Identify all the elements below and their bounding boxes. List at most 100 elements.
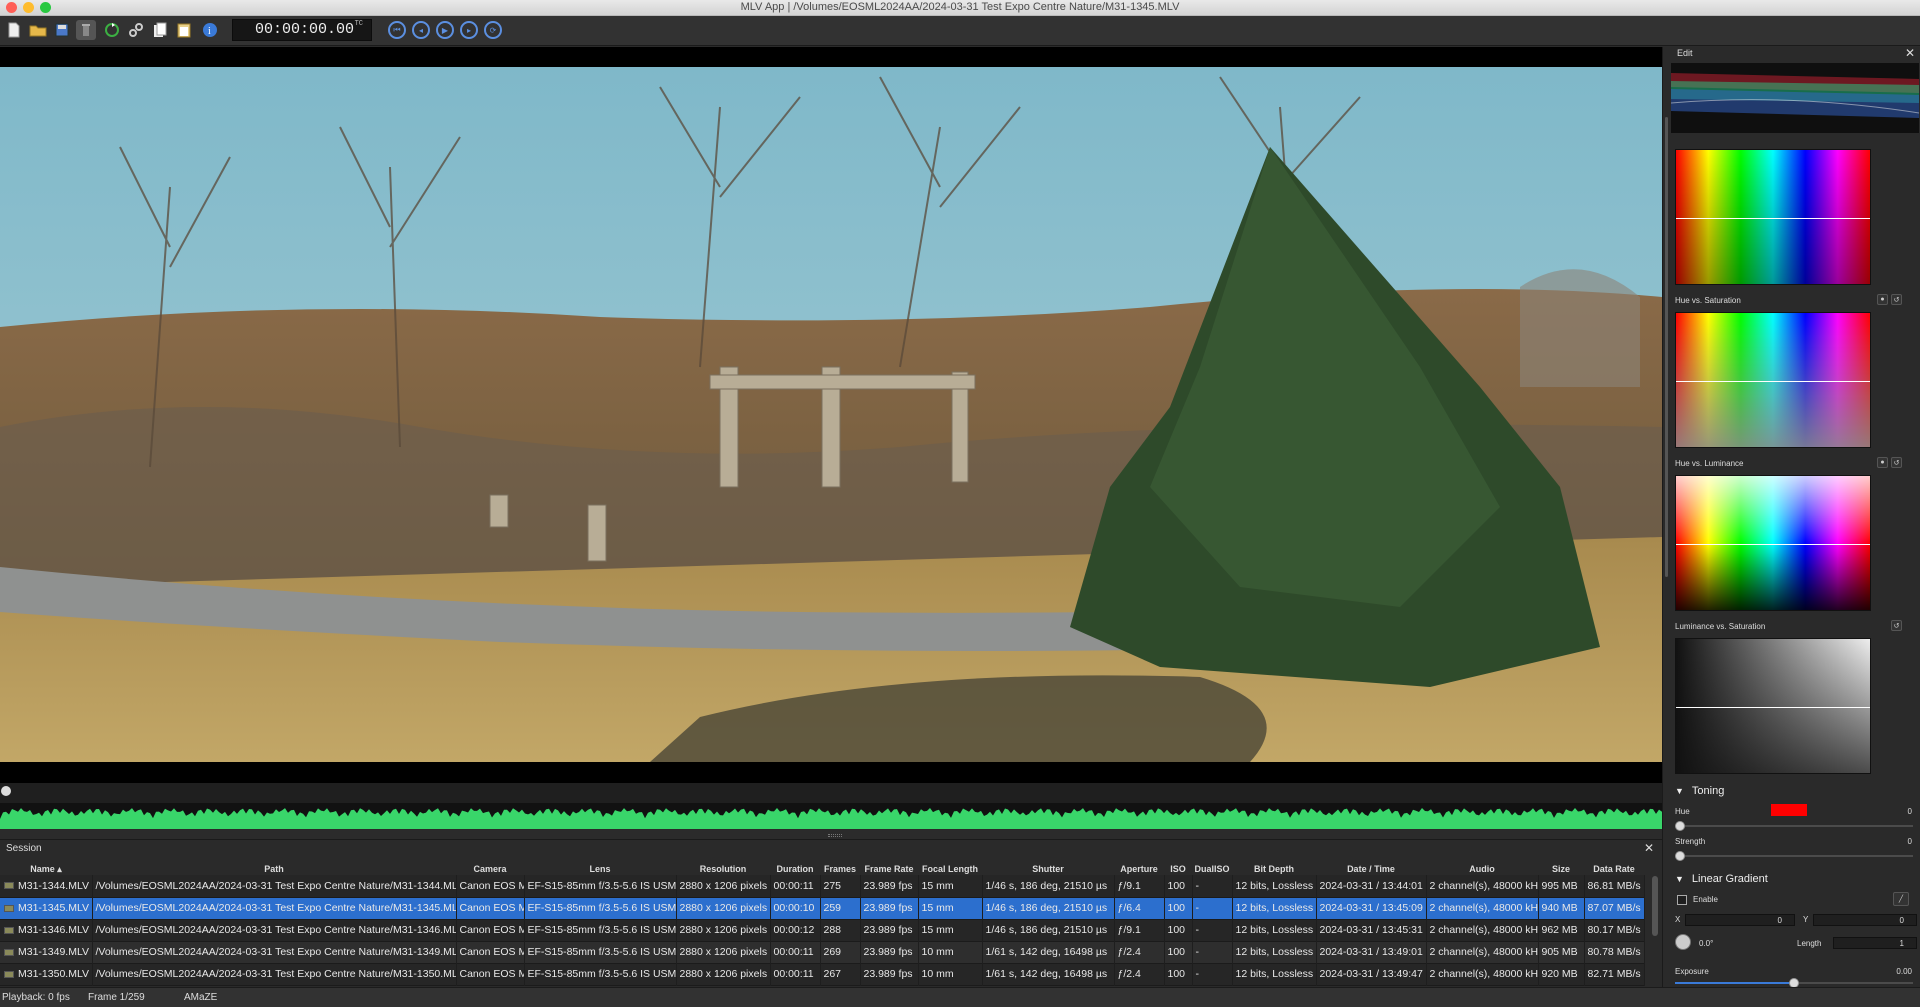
hue-vs-saturation-title: Hue vs. Saturation	[1675, 296, 1741, 305]
curve-reset-icon[interactable]: ↺	[1891, 294, 1902, 305]
toning-hue-slider[interactable]	[1675, 825, 1913, 827]
table-row[interactable]: M31-1349.MLV/Volumes/EOSML2024AA/2024-03…	[0, 941, 1645, 963]
play-icon[interactable]: ▶	[436, 21, 454, 39]
toning-hue-label: Hue	[1675, 807, 1690, 816]
gradient-pick-icon[interactable]: ╱	[1893, 892, 1909, 906]
toning-strength-slider-handle[interactable]	[1675, 851, 1685, 861]
column-header[interactable]: Name ▴	[0, 863, 92, 875]
column-header[interactable]: Camera	[456, 863, 524, 875]
column-header[interactable]: Aperture	[1114, 863, 1164, 875]
table-cell: 10 mm	[918, 963, 983, 985]
column-header[interactable]: Audio	[1426, 863, 1538, 875]
new-session-icon[interactable]	[4, 20, 24, 40]
clip-name: M31-1350.MLV	[18, 968, 90, 980]
linear-gradient-enable-checkbox[interactable]	[1677, 895, 1687, 905]
luminance-vs-saturation-curve[interactable]	[1675, 638, 1871, 774]
table-cell: -	[1192, 875, 1233, 897]
toning-strength-slider[interactable]	[1675, 855, 1913, 857]
table-cell: 2 channel(s), 48000 kHz	[1426, 875, 1539, 897]
edit-scrollbar[interactable]	[1665, 117, 1668, 577]
column-header[interactable]: Size	[1538, 863, 1584, 875]
column-header[interactable]: Lens	[524, 863, 676, 875]
table-cell: 23.989 fps	[860, 963, 919, 985]
column-header[interactable]: Path	[92, 863, 456, 875]
step-back-icon[interactable]: ◂	[412, 21, 430, 39]
column-header[interactable]: Data Rate	[1584, 863, 1644, 875]
column-header[interactable]: Date / Time	[1316, 863, 1426, 875]
toning-hue-value: 0	[1907, 807, 1912, 816]
clip-name: M31-1344.MLV	[18, 879, 90, 892]
table-cell: 995 MB	[1538, 875, 1585, 897]
gradient-length-spinbox[interactable]: 1	[1833, 937, 1917, 949]
column-header[interactable]: Frames	[820, 863, 860, 875]
table-cell: 100	[1164, 919, 1193, 941]
video-viewer[interactable]	[0, 47, 1662, 783]
gradient-x-spinbox[interactable]: 0	[1685, 914, 1795, 926]
exposure-slider-handle[interactable]	[1789, 978, 1799, 987]
column-header[interactable]: DualISO	[1192, 863, 1232, 875]
table-cell: 2024-03-31 / 13:45:31	[1316, 919, 1427, 941]
table-cell: 2 channel(s), 48000 kHz	[1426, 919, 1539, 941]
linear-gradient-title: Linear Gradient	[1691, 873, 1768, 885]
loop-icon[interactable]: ⟳	[484, 21, 502, 39]
column-header[interactable]: Resolution	[676, 863, 770, 875]
table-cell: Canon EOS M	[456, 919, 525, 941]
copy-icon[interactable]	[150, 20, 170, 40]
save-icon[interactable]	[52, 20, 72, 40]
step-forward-icon[interactable]: ▸	[460, 21, 478, 39]
table-row[interactable]: M31-1346.MLV/Volumes/EOSML2024AA/2024-03…	[0, 919, 1645, 941]
column-header[interactable]: ISO	[1164, 863, 1192, 875]
hue-vs-luminance-curve[interactable]	[1675, 475, 1871, 611]
column-header[interactable]: Shutter	[982, 863, 1114, 875]
table-row[interactable]: M31-1344.MLV/Volumes/EOSML2024AA/2024-03…	[0, 875, 1645, 897]
seek-handle[interactable]	[1, 786, 11, 796]
table-cell: -	[1192, 963, 1233, 985]
column-header[interactable]: Bit Depth	[1232, 863, 1316, 875]
luminance-vs-saturation-title: Luminance vs. Saturation	[1675, 622, 1766, 631]
resize-grip[interactable]	[828, 834, 842, 837]
link-icon[interactable]	[126, 20, 146, 40]
curve-enable-icon[interactable]: ●	[1877, 294, 1888, 305]
video-frame	[0, 67, 1662, 762]
table-cell: /Volumes/EOSML2024AA/2024-03-31 Test Exp…	[92, 919, 457, 941]
close-icon[interactable]: ✕	[1644, 841, 1654, 855]
curve-reset-icon[interactable]: ↺	[1891, 457, 1902, 468]
table-cell: 00:00:11	[770, 963, 821, 985]
session-scrollbar[interactable]	[1652, 876, 1658, 936]
refresh-icon[interactable]	[102, 20, 122, 40]
clip-name: M31-1349.MLV	[18, 946, 90, 958]
hue-vs-hue-curve[interactable]	[1675, 149, 1871, 285]
seek-bar[interactable]	[0, 783, 1662, 803]
timecode-value: 00:00:00.00	[255, 21, 355, 38]
open-icon[interactable]	[28, 20, 48, 40]
hue-vs-saturation-curve[interactable]	[1675, 312, 1871, 448]
table-cell: 2024-03-31 / 13:49:47	[1316, 963, 1427, 985]
table-cell: 1/46 s, 186 deg, 21510 µs	[982, 875, 1115, 897]
table-cell: 920 MB	[1538, 963, 1585, 985]
toning-section-header[interactable]: ▼ Toning	[1675, 785, 1724, 797]
paste-icon[interactable]	[174, 20, 194, 40]
table-cell: EF-S15-85mm f/3.5-5.6 IS USM	[524, 941, 677, 963]
table-row[interactable]: M31-1350.MLV/Volumes/EOSML2024AA/2024-03…	[0, 963, 1645, 985]
curve-enable-icon[interactable]: ●	[1877, 457, 1888, 468]
column-header[interactable]: Frame Rate	[860, 863, 918, 875]
table-cell: /Volumes/EOSML2024AA/2024-03-31 Test Exp…	[92, 963, 457, 985]
curve-reset-icon[interactable]: ↺	[1891, 620, 1902, 631]
edit-close-icon[interactable]: ✕	[1905, 47, 1915, 60]
info-icon[interactable]: i	[200, 20, 220, 40]
gradient-y-spinbox[interactable]: 0	[1813, 914, 1917, 926]
linear-gradient-section-header[interactable]: ▼ Linear Gradient	[1675, 873, 1768, 885]
table-cell: 2880 x 1206 pixels	[676, 897, 771, 919]
toning-hue-color-swatch[interactable]	[1771, 804, 1807, 816]
skip-to-start-icon[interactable]: ⏮	[388, 21, 406, 39]
table-row[interactable]: M31-1345.MLV/Volumes/EOSML2024AA/2024-03…	[0, 897, 1645, 919]
toning-hue-slider-handle[interactable]	[1675, 821, 1685, 831]
table-cell: 1/61 s, 142 deg, 16498 µs	[982, 941, 1115, 963]
trash-icon[interactable]	[76, 20, 96, 40]
table-cell: 00:00:10	[770, 897, 821, 919]
gradient-angle-dial[interactable]	[1675, 934, 1691, 950]
column-header[interactable]: Focal Length	[918, 863, 982, 875]
table-cell: 00:00:12	[770, 919, 821, 941]
column-header[interactable]: Duration	[770, 863, 820, 875]
table-cell: 15 mm	[918, 897, 983, 919]
